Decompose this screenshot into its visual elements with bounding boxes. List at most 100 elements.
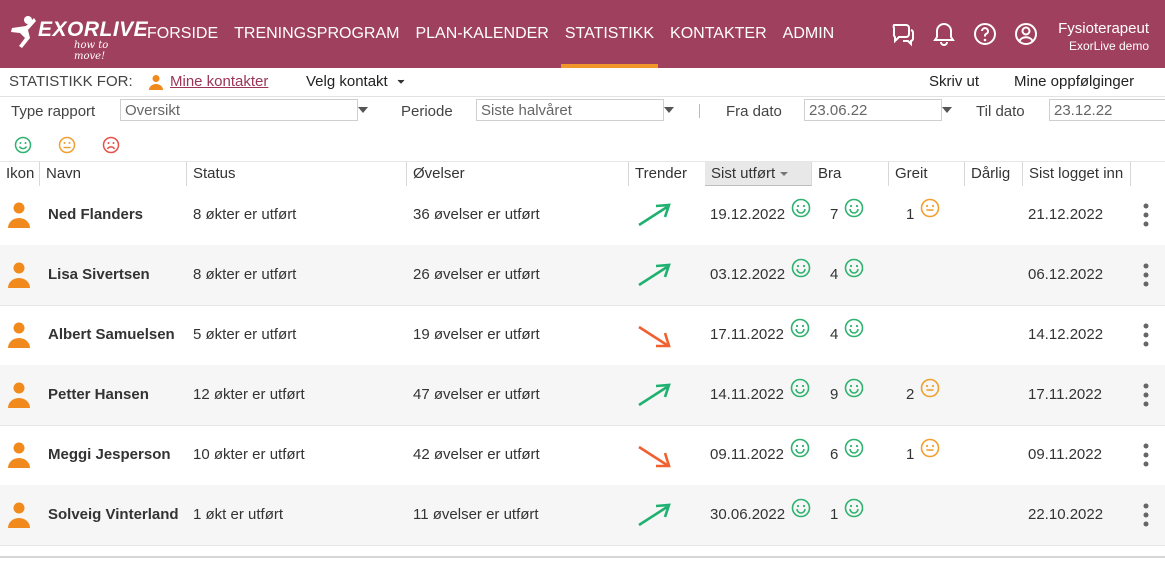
exercises-status: 47 øvelser er utført: [413, 386, 540, 403]
ok-count-cell: 2: [906, 365, 940, 425]
column-header-trends[interactable]: Trender: [629, 162, 705, 186]
good-count-cell: 6: [830, 425, 864, 485]
nav-kontakter[interactable]: KONTAKTER: [670, 0, 767, 68]
user-circle-icon[interactable]: [1013, 21, 1039, 47]
nav-admin[interactable]: ADMIN: [783, 0, 835, 68]
sessions-status: 5 økter er utført: [193, 326, 297, 343]
logo-wordmark: EXORLIVE: [38, 18, 149, 41]
trend-down-arrow-icon: [636, 305, 672, 365]
sad-face-icon[interactable]: [102, 136, 120, 154]
table-row[interactable]: Ned Flanders 8 økter er utført 36 øvelser …: [0, 185, 1165, 246]
last-done-date: 09.11.2022: [710, 446, 784, 463]
column-header-last-login[interactable]: Sist logget inn: [1023, 162, 1131, 186]
last-done-cell: 09.11.2022: [710, 425, 810, 485]
row-menu-kebab-icon[interactable]: [1143, 305, 1149, 365]
last-done-cell: 14.11.2022: [710, 365, 810, 425]
person-icon: [8, 485, 30, 545]
chat-icon[interactable]: [890, 21, 916, 47]
sessions-status: 8 økter er utført: [193, 266, 297, 283]
user-info[interactable]: Fysioterapeut ExorLive demo: [1058, 20, 1149, 54]
nav-statistikk[interactable]: STATISTIKK: [560, 0, 659, 68]
last-done-date: 30.06.2022: [710, 506, 786, 523]
neutral-face-icon: [920, 424, 940, 484]
bell-icon[interactable]: [931, 21, 957, 47]
exercises-status: 26 øvelser er utført: [413, 266, 540, 283]
nav-plan-kalender[interactable]: PLAN-KALENDER: [415, 0, 548, 68]
my-contacts-label: Mine kontakter: [170, 73, 269, 90]
report-type-caret-icon[interactable]: [358, 107, 368, 113]
table-row[interactable]: Meggi Jesperson 10 økter er utført 42 øvel…: [0, 425, 1165, 486]
sessions-status: 8 økter er utført: [193, 206, 297, 223]
row-menu-kebab-icon[interactable]: [1143, 365, 1149, 425]
my-contacts-link[interactable]: Mine kontakter: [149, 73, 269, 90]
sessions-status: 12 økter er utført: [193, 386, 305, 403]
table-row[interactable]: Albert Samuelsen 5 økter er utført 19 øvel…: [0, 305, 1165, 366]
report-type-select[interactable]: Oversikt: [120, 99, 358, 121]
happy-face-icon: [791, 244, 811, 304]
period-caret-icon[interactable]: [664, 107, 674, 113]
my-followups-button[interactable]: Mine oppfølginger: [1014, 73, 1134, 90]
row-menu-kebab-icon[interactable]: [1143, 245, 1149, 305]
good-count-cell: 1: [830, 485, 864, 545]
happy-face-icon: [844, 304, 864, 364]
ok-count: 1: [906, 446, 915, 463]
column-header-bad[interactable]: Dårlig: [965, 162, 1023, 186]
contact-name[interactable]: Lisa Sivertsen: [48, 245, 150, 305]
table-row[interactable]: Lisa Sivertsen 8 økter er utført 26 øvelse…: [0, 245, 1165, 306]
person-icon: [149, 75, 163, 90]
nav-treningsprogram[interactable]: TRENINGSPROGRAM: [234, 0, 399, 68]
trend-up-arrow-icon: [636, 245, 672, 305]
good-count: 7: [830, 206, 839, 223]
column-header-icon[interactable]: Ikon: [0, 162, 40, 186]
contact-name[interactable]: Solveig Vinterland: [48, 485, 179, 545]
column-header-exercises[interactable]: Øvelser: [407, 162, 629, 186]
user-org: ExorLive demo: [1068, 39, 1149, 53]
person-icon: [8, 365, 30, 425]
row-menu-kebab-icon[interactable]: [1143, 185, 1149, 245]
column-header-name[interactable]: Navn: [40, 162, 187, 186]
contact-name[interactable]: Meggi Jesperson: [48, 425, 171, 485]
happy-face-icon: [790, 364, 810, 424]
from-date-label: Fra dato: [726, 103, 782, 120]
happy-face-icon: [791, 184, 811, 244]
exorlive-logo[interactable]: EXORLIVE how to move!: [8, 14, 148, 62]
print-button[interactable]: Skriv ut: [929, 73, 979, 90]
last-login-date: 09.11.2022: [1028, 446, 1102, 463]
help-icon[interactable]: [972, 21, 998, 47]
exercises-status: 36 øvelser er utført: [413, 206, 540, 223]
row-menu-kebab-icon[interactable]: [1143, 485, 1149, 545]
last-done-date: 03.12.2022: [710, 266, 786, 283]
row-menu-kebab-icon[interactable]: [1143, 425, 1149, 485]
user-name: Fysioterapeut: [1058, 20, 1149, 37]
to-date-label: Til dato: [976, 103, 1025, 120]
filter-divider: [699, 104, 700, 118]
contact-name[interactable]: Albert Samuelsen: [48, 305, 175, 365]
column-header-last-done[interactable]: Sist utført: [705, 162, 812, 186]
ok-count: 1: [906, 206, 915, 223]
happy-face-icon[interactable]: [14, 136, 32, 154]
last-done-date: 19.12.2022: [710, 206, 786, 223]
exercises-status: 11 øvelser er utført: [413, 506, 539, 523]
from-date-caret-icon[interactable]: [942, 107, 952, 113]
to-date-input[interactable]: 23.12.22: [1049, 99, 1165, 121]
good-count: 1: [830, 506, 839, 523]
chevron-down-icon: [397, 79, 405, 84]
good-count-cell: 4: [830, 245, 864, 305]
statistics-subheader: STATISTIKK FOR: Mine kontakter Velg kont…: [0, 68, 1165, 97]
nav-forside[interactable]: FORSIDE: [147, 0, 218, 68]
good-count: 4: [830, 326, 839, 343]
neutral-face-icon[interactable]: [58, 136, 76, 154]
from-date-input[interactable]: 23.06.22: [804, 99, 942, 121]
neutral-face-icon: [920, 184, 940, 244]
table-row[interactable]: Solveig Vinterland 1 økt er utført 11 øvel…: [0, 485, 1165, 546]
table-row[interactable]: Petter Hansen 12 økter er utført 47 øvelse…: [0, 365, 1165, 426]
period-select[interactable]: Siste halvåret: [476, 99, 664, 121]
last-done-cell: 30.06.2022: [710, 485, 811, 545]
column-header-status[interactable]: Status: [187, 162, 407, 186]
contact-name[interactable]: Petter Hansen: [48, 365, 149, 425]
column-header-good[interactable]: Bra: [812, 162, 889, 186]
contact-name[interactable]: Ned Flanders: [48, 185, 143, 245]
sort-desc-icon: [780, 172, 789, 177]
select-contact-dropdown[interactable]: Velg kontakt: [306, 73, 406, 90]
column-header-ok[interactable]: Greit: [889, 162, 965, 186]
